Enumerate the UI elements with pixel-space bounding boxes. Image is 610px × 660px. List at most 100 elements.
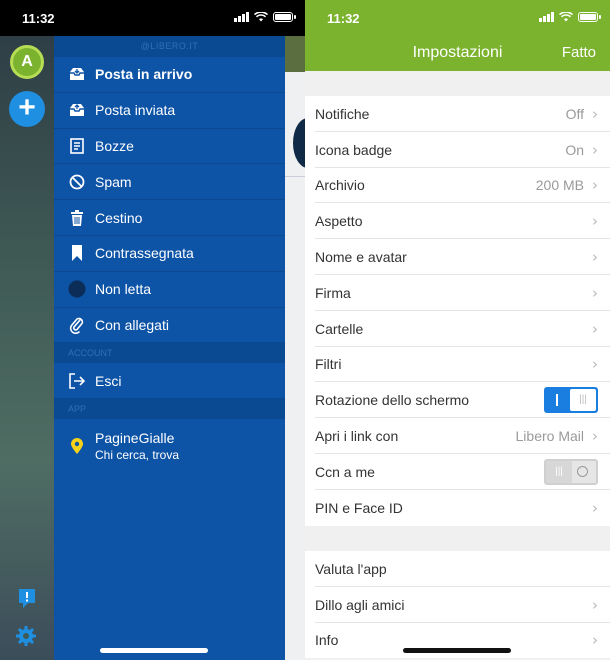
folder-attachments[interactable]: Con allegati xyxy=(54,308,285,344)
chevron-right-icon: › xyxy=(592,355,598,374)
row-label: Cartelle xyxy=(315,320,364,337)
chevron-right-icon: › xyxy=(592,283,598,302)
folder-drawer: @LIBERO.IT Posta in arrivo Posta inviata… xyxy=(54,36,285,660)
home-indicator xyxy=(100,648,208,653)
settings-row-tell-friends[interactable]: Dillo agli amici › xyxy=(305,587,610,623)
gear-icon[interactable] xyxy=(15,625,37,647)
drafts-icon xyxy=(68,137,86,155)
settings-row-info[interactable]: Info › xyxy=(305,623,610,659)
folder-label: Con allegati xyxy=(95,316,169,333)
folder-flagged[interactable]: Contrassegnata xyxy=(54,236,285,272)
done-button[interactable]: Fatto xyxy=(562,44,596,61)
chevron-right-icon: › xyxy=(592,319,598,338)
chevron-right-icon: › xyxy=(592,248,598,267)
row-label: Filtri xyxy=(315,356,342,373)
folder-sent[interactable]: Posta inviata xyxy=(54,93,285,129)
settings-row-name-avatar[interactable]: Nome e avatar › xyxy=(305,239,610,275)
cellular-signal-icon xyxy=(234,12,249,22)
settings-row-badge[interactable]: Icona badge On › xyxy=(305,132,610,168)
status-bar: 11:32 xyxy=(305,0,610,36)
add-account-button[interactable]: + xyxy=(9,91,45,127)
sent-tray-icon xyxy=(68,101,86,119)
settings-row-folders[interactable]: Cartelle › xyxy=(305,311,610,347)
settings-group-main: Notifiche Off › Icona badge On › Archivi… xyxy=(305,96,610,526)
row-label: Archivio xyxy=(315,177,365,194)
bookmark-icon xyxy=(68,244,86,262)
feedback-icon[interactable] xyxy=(17,588,37,610)
folder-label: Bozze xyxy=(95,137,134,154)
row-label: Notifiche xyxy=(315,105,370,122)
account-avatar[interactable]: A xyxy=(10,45,44,79)
settings-row-appearance[interactable]: Aspetto › xyxy=(305,203,610,239)
row-label: Nome e avatar xyxy=(315,249,407,266)
row-label: Ccn a me xyxy=(315,463,375,480)
chevron-right-icon: › xyxy=(592,104,598,123)
folder-label: Posta inviata xyxy=(95,102,176,119)
row-value: On xyxy=(565,141,584,158)
folder-label: Posta in arrivo xyxy=(95,66,193,83)
wifi-icon xyxy=(559,12,573,22)
row-label: Dillo agli amici xyxy=(315,596,405,613)
row-label: Valuta l'app xyxy=(315,560,387,577)
folder-inbox[interactable]: Posta in arrivo xyxy=(54,57,285,93)
settings-row-rate-app[interactable]: Valuta l'app xyxy=(305,551,610,587)
row-label: Icona badge xyxy=(315,141,393,158)
pagine-title: PagineGialle xyxy=(95,430,175,447)
pagine-subtitle: Chi cerca, trova xyxy=(95,448,180,463)
row-label: PIN e Face ID xyxy=(315,499,403,516)
settings-row-filters[interactable]: Filtri › xyxy=(305,347,610,383)
spam-icon xyxy=(68,173,86,191)
settings-row-pin-faceid[interactable]: PIN e Face ID › xyxy=(305,490,610,526)
folder-unread[interactable]: Non letta xyxy=(54,272,285,308)
settings-screen: 11:32 Impostazioni Fatto Notifiche Off ›… xyxy=(305,0,610,660)
chevron-right-icon: › xyxy=(592,212,598,231)
status-bar: 11:32 xyxy=(0,0,305,36)
mail-drawer-screen: 11:32 A + @LIBERO.IT Posta in arrivo Pos… xyxy=(0,0,305,660)
inbox-peek[interactable] xyxy=(285,36,305,660)
chevron-right-icon: › xyxy=(592,498,598,517)
section-header-account: ACCOUNT xyxy=(54,343,285,364)
settings-group-extras: Valuta l'app Dillo agli amici › Info › xyxy=(305,551,610,659)
status-time: 11:32 xyxy=(22,11,55,26)
row-label: Rotazione dello schermo xyxy=(315,392,470,409)
chevron-right-icon: › xyxy=(592,631,598,650)
unread-dot-icon xyxy=(68,280,86,298)
settings-row-archive[interactable]: Archivio 200 MB › xyxy=(305,168,610,204)
settings-row-open-links[interactable]: Apri i link con Libero Mail › xyxy=(305,418,610,454)
paperclip-icon xyxy=(68,316,86,334)
row-label: Firma xyxy=(315,284,351,301)
row-label: Aspetto xyxy=(315,213,363,230)
folder-label: Spam xyxy=(95,173,132,190)
map-pin-icon xyxy=(68,438,86,455)
trash-icon xyxy=(68,209,86,227)
home-indicator xyxy=(403,648,511,653)
folder-spam[interactable]: Spam xyxy=(54,164,285,201)
row-value: Off xyxy=(565,105,584,122)
wifi-icon xyxy=(254,12,268,22)
folder-label: Contrassegnata xyxy=(95,245,194,262)
cellular-signal-icon xyxy=(539,12,554,22)
rotation-toggle[interactable]: ||| xyxy=(544,387,598,414)
settings-row-signature[interactable]: Firma › xyxy=(305,275,610,311)
folder-drafts[interactable]: Bozze xyxy=(54,129,285,165)
chevron-right-icon: › xyxy=(592,427,598,446)
row-value: Libero Mail xyxy=(515,428,584,445)
status-time: 11:32 xyxy=(327,11,360,26)
logout-label: Esci xyxy=(95,372,122,389)
logout-icon xyxy=(68,372,86,390)
battery-icon xyxy=(578,12,601,22)
inbox-icon xyxy=(68,65,86,83)
folder-trash[interactable]: Cestino xyxy=(54,200,285,236)
settings-row-notifications[interactable]: Notifiche Off › xyxy=(305,96,610,132)
nav-bar: Impostazioni Fatto xyxy=(305,36,610,71)
chevron-right-icon: › xyxy=(592,140,598,159)
row-value: 200 MB xyxy=(535,177,584,194)
chevron-right-icon: › xyxy=(592,176,598,195)
settings-row-bcc-me: Ccn a me ||| xyxy=(305,454,610,490)
bcc-me-toggle[interactable]: ||| xyxy=(544,458,598,485)
row-label: Apri i link con xyxy=(315,428,399,445)
pagine-gialle-item[interactable]: PagineGialle Chi cerca, trova xyxy=(54,419,285,473)
section-header-app: APP xyxy=(54,399,285,420)
logout-item[interactable]: Esci xyxy=(54,363,285,400)
account-rail: A + xyxy=(0,36,54,660)
